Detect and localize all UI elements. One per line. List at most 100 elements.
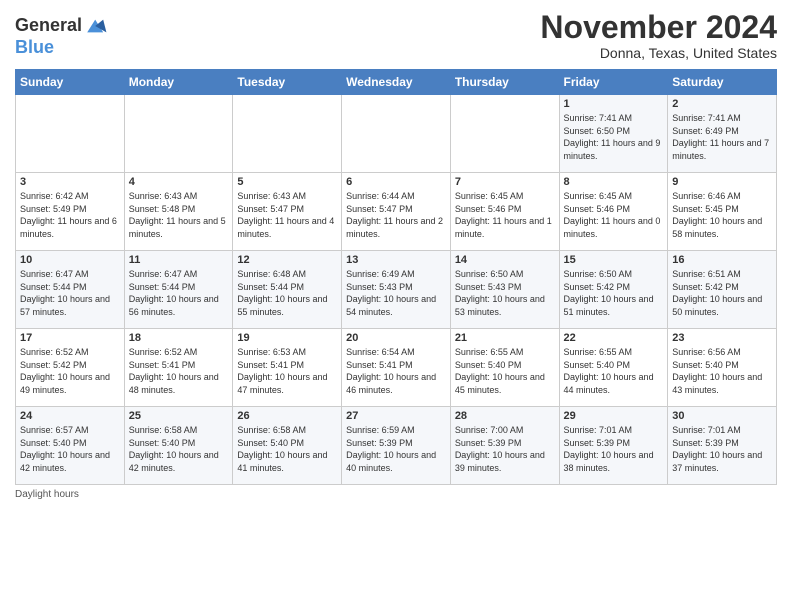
calendar-cell: 11 Sunrise: 6:47 AM Sunset: 5:44 PM Dayli… xyxy=(124,251,233,329)
calendar-cell: 12 Sunrise: 6:48 AM Sunset: 5:44 PM Dayli… xyxy=(233,251,342,329)
calendar-cell: 26Sunrise: 6:58 AM Sunset: 5:40 PM Dayli… xyxy=(233,407,342,485)
calendar-header-row: SundayMondayTuesdayWednesdayThursdayFrid… xyxy=(16,70,777,95)
day-number: 22 xyxy=(564,332,664,344)
calendar-cell: 19 Sunrise: 6:53 AM Sunset: 5:41 PM Dayli… xyxy=(233,329,342,407)
day-number: 12 xyxy=(237,254,337,266)
calendar-cell: 24Sunrise: 6:57 AM Sunset: 5:40 PM Dayli… xyxy=(16,407,125,485)
calendar-cell: 3 Sunrise: 6:42 AM Sunset: 5:49 PM Daylig… xyxy=(16,173,125,251)
calendar-cell: 22 Sunrise: 6:55 AM Sunset: 5:40 PM Dayli… xyxy=(559,329,668,407)
day-info: Sunrise: 6:43 AM Sunset: 5:48 PM Dayligh… xyxy=(129,190,229,240)
calendar-cell xyxy=(16,95,125,173)
calendar-cell: 18Sunrise: 6:52 AM Sunset: 5:41 PM Dayli… xyxy=(124,329,233,407)
day-number: 3 xyxy=(20,176,120,188)
day-number: 14 xyxy=(455,254,555,266)
calendar-week-3: 10 Sunrise: 6:47 AM Sunset: 5:44 PM Dayli… xyxy=(16,251,777,329)
header: General Blue November 2024 Donna, Texas,… xyxy=(15,10,777,61)
day-number: 21 xyxy=(455,332,555,344)
day-info: Sunrise: 7:00 AM Sunset: 5:39 PM Dayligh… xyxy=(455,424,555,474)
day-number: 26 xyxy=(237,410,337,422)
day-info: Sunrise: 7:01 AM Sunset: 5:39 PM Dayligh… xyxy=(564,424,664,474)
day-number: 28 xyxy=(455,410,555,422)
column-header-wednesday: Wednesday xyxy=(342,70,451,95)
day-number: 11 xyxy=(129,254,229,266)
day-number: 24 xyxy=(20,410,120,422)
calendar-cell: 29Sunrise: 7:01 AM Sunset: 5:39 PM Dayli… xyxy=(559,407,668,485)
logo-icon xyxy=(84,14,108,38)
day-info: Sunrise: 6:55 AM Sunset: 5:40 PM Dayligh… xyxy=(455,346,555,396)
day-number: 4 xyxy=(129,176,229,188)
calendar-cell: 8 Sunrise: 6:45 AM Sunset: 5:46 PM Daylig… xyxy=(559,173,668,251)
calendar-week-5: 24Sunrise: 6:57 AM Sunset: 5:40 PM Dayli… xyxy=(16,407,777,485)
page-container: General Blue November 2024 Donna, Texas,… xyxy=(0,0,792,510)
calendar-cell: 5Sunrise: 6:43 AM Sunset: 5:47 PM Daylig… xyxy=(233,173,342,251)
day-info: Sunrise: 6:59 AM Sunset: 5:39 PM Dayligh… xyxy=(346,424,446,474)
day-info: Sunrise: 6:45 AM Sunset: 5:46 PM Dayligh… xyxy=(455,190,555,240)
calendar-cell: 21 Sunrise: 6:55 AM Sunset: 5:40 PM Dayli… xyxy=(450,329,559,407)
day-info: Sunrise: 6:55 AM Sunset: 5:40 PM Dayligh… xyxy=(564,346,664,396)
calendar-cell xyxy=(233,95,342,173)
column-header-friday: Friday xyxy=(559,70,668,95)
day-number: 1 xyxy=(564,98,664,110)
calendar-cell: 6 Sunrise: 6:44 AM Sunset: 5:47 PM Daylig… xyxy=(342,173,451,251)
day-info: Sunrise: 6:50 AM Sunset: 5:42 PM Dayligh… xyxy=(564,268,664,318)
day-number: 23 xyxy=(672,332,772,344)
logo-general: General xyxy=(15,16,82,36)
column-header-monday: Monday xyxy=(124,70,233,95)
day-number: 5 xyxy=(237,176,337,188)
day-info: Sunrise: 7:01 AM Sunset: 5:39 PM Dayligh… xyxy=(672,424,772,474)
day-info: Sunrise: 6:50 AM Sunset: 5:43 PM Dayligh… xyxy=(455,268,555,318)
location: Donna, Texas, United States xyxy=(540,45,777,61)
calendar-cell: 28 Sunrise: 7:00 AM Sunset: 5:39 PM Dayli… xyxy=(450,407,559,485)
logo-blue: Blue xyxy=(15,37,54,57)
day-number: 7 xyxy=(455,176,555,188)
day-number: 18 xyxy=(129,332,229,344)
day-number: 8 xyxy=(564,176,664,188)
calendar-cell xyxy=(124,95,233,173)
calendar-cell: 2Sunrise: 7:41 AM Sunset: 6:49 PM Daylig… xyxy=(668,95,777,173)
calendar-cell xyxy=(342,95,451,173)
day-info: Sunrise: 6:45 AM Sunset: 5:46 PM Dayligh… xyxy=(564,190,664,240)
calendar-cell: 15Sunrise: 6:50 AM Sunset: 5:42 PM Dayli… xyxy=(559,251,668,329)
calendar-cell xyxy=(450,95,559,173)
column-header-thursday: Thursday xyxy=(450,70,559,95)
day-info: Sunrise: 6:52 AM Sunset: 5:42 PM Dayligh… xyxy=(20,346,120,396)
day-number: 6 xyxy=(346,176,446,188)
day-info: Sunrise: 6:44 AM Sunset: 5:47 PM Dayligh… xyxy=(346,190,446,240)
day-number: 13 xyxy=(346,254,446,266)
calendar-cell: 14 Sunrise: 6:50 AM Sunset: 5:43 PM Dayli… xyxy=(450,251,559,329)
day-info: Sunrise: 7:41 AM Sunset: 6:50 PM Dayligh… xyxy=(564,112,664,162)
logo: General Blue xyxy=(15,14,108,58)
calendar-week-2: 3 Sunrise: 6:42 AM Sunset: 5:49 PM Daylig… xyxy=(16,173,777,251)
calendar-cell: 23 Sunrise: 6:56 AM Sunset: 5:40 PM Dayli… xyxy=(668,329,777,407)
day-info: Sunrise: 6:47 AM Sunset: 5:44 PM Dayligh… xyxy=(20,268,120,318)
day-number: 17 xyxy=(20,332,120,344)
day-number: 30 xyxy=(672,410,772,422)
calendar-cell: 25 Sunrise: 6:58 AM Sunset: 5:40 PM Dayli… xyxy=(124,407,233,485)
day-info: Sunrise: 6:46 AM Sunset: 5:45 PM Dayligh… xyxy=(672,190,772,240)
title-block: November 2024 Donna, Texas, United State… xyxy=(540,10,777,61)
column-header-saturday: Saturday xyxy=(668,70,777,95)
calendar-table: SundayMondayTuesdayWednesdayThursdayFrid… xyxy=(15,69,777,485)
day-info: Sunrise: 6:56 AM Sunset: 5:40 PM Dayligh… xyxy=(672,346,772,396)
calendar-cell: 27Sunrise: 6:59 AM Sunset: 5:39 PM Dayli… xyxy=(342,407,451,485)
calendar-cell: 9 Sunrise: 6:46 AM Sunset: 5:45 PM Daylig… xyxy=(668,173,777,251)
day-info: Sunrise: 7:41 AM Sunset: 6:49 PM Dayligh… xyxy=(672,112,772,162)
calendar-cell: 17 Sunrise: 6:52 AM Sunset: 5:42 PM Dayli… xyxy=(16,329,125,407)
day-info: Sunrise: 6:58 AM Sunset: 5:40 PM Dayligh… xyxy=(129,424,229,474)
calendar-cell: 20Sunrise: 6:54 AM Sunset: 5:41 PM Dayli… xyxy=(342,329,451,407)
calendar-cell: 1 Sunrise: 7:41 AM Sunset: 6:50 PM Daylig… xyxy=(559,95,668,173)
day-info: Sunrise: 6:48 AM Sunset: 5:44 PM Dayligh… xyxy=(237,268,337,318)
calendar-cell: 16Sunrise: 6:51 AM Sunset: 5:42 PM Dayli… xyxy=(668,251,777,329)
day-number: 25 xyxy=(129,410,229,422)
day-info: Sunrise: 6:47 AM Sunset: 5:44 PM Dayligh… xyxy=(129,268,229,318)
calendar-cell: 13Sunrise: 6:49 AM Sunset: 5:43 PM Dayli… xyxy=(342,251,451,329)
day-number: 9 xyxy=(672,176,772,188)
calendar-cell: 4 Sunrise: 6:43 AM Sunset: 5:48 PM Daylig… xyxy=(124,173,233,251)
day-number: 19 xyxy=(237,332,337,344)
day-info: Sunrise: 6:53 AM Sunset: 5:41 PM Dayligh… xyxy=(237,346,337,396)
calendar-week-1: 1 Sunrise: 7:41 AM Sunset: 6:50 PM Daylig… xyxy=(16,95,777,173)
day-number: 16 xyxy=(672,254,772,266)
day-info: Sunrise: 6:42 AM Sunset: 5:49 PM Dayligh… xyxy=(20,190,120,240)
day-info: Sunrise: 6:54 AM Sunset: 5:41 PM Dayligh… xyxy=(346,346,446,396)
day-number: 10 xyxy=(20,254,120,266)
